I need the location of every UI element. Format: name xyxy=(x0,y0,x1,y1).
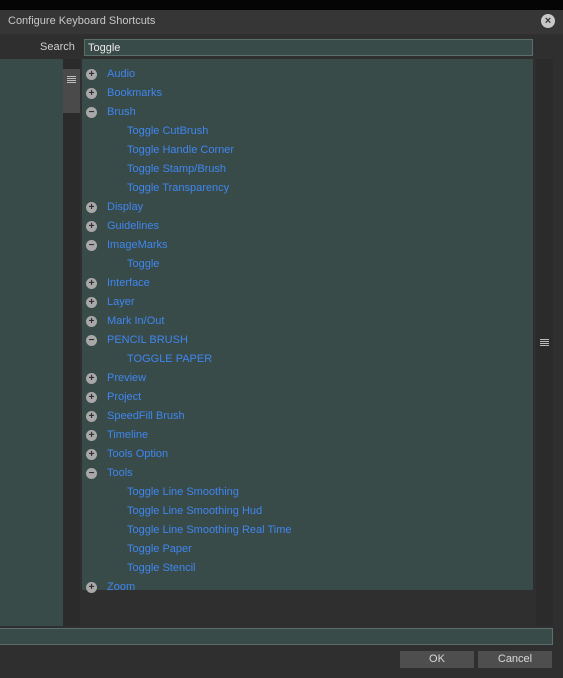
tree-category[interactable]: − Tools xyxy=(82,465,533,484)
tree-category[interactable]: + Mark In/Out xyxy=(82,313,533,332)
title-bar[interactable]: Configure Keyboard Shortcuts × xyxy=(0,10,563,34)
tree-category[interactable]: + Audio xyxy=(82,66,533,85)
minus-circle-icon[interactable]: − xyxy=(86,468,97,479)
ok-button[interactable]: OK xyxy=(400,651,474,668)
tree-category-label: Bookmarks xyxy=(107,87,163,99)
tree-category[interactable]: − Brush xyxy=(82,104,533,123)
tree-category-label: Project xyxy=(107,391,142,403)
minus-circle-icon[interactable]: − xyxy=(86,107,97,118)
shortcut-tree: + Audio + Bookmarks − Brush Toggle CutBrush Tog… xyxy=(82,59,533,593)
plus-circle-icon[interactable]: + xyxy=(86,69,97,80)
tree-category-label: Brush xyxy=(107,106,136,118)
left-scrollbar[interactable] xyxy=(63,59,80,626)
tree-item-label: Toggle Stamp/Brush xyxy=(127,163,227,175)
tree-category-label: Zoom xyxy=(107,581,136,593)
search-label: Search xyxy=(40,41,75,53)
category-list-panel[interactable] xyxy=(0,59,63,626)
tree-category-label: SpeedFill Brush xyxy=(107,410,185,422)
tree-category[interactable]: + Guidelines xyxy=(82,218,533,237)
tree-category-label: Display xyxy=(107,201,144,213)
tree-category-label: Tools Option xyxy=(107,448,169,460)
tree-item-label: Toggle Paper xyxy=(127,543,192,555)
tree-category[interactable]: − ImageMarks xyxy=(82,237,533,256)
close-icon[interactable]: × xyxy=(541,14,555,28)
plus-circle-icon[interactable]: + xyxy=(86,297,97,308)
plus-circle-icon[interactable]: + xyxy=(86,449,97,460)
minus-circle-icon[interactable]: − xyxy=(86,335,97,346)
tree-item-label: Toggle Line Smoothing xyxy=(127,486,239,498)
tree-item[interactable]: Toggle Line Smoothing Hud xyxy=(82,503,533,522)
left-scrollbar-thumb[interactable] xyxy=(63,69,80,113)
tree-category[interactable]: + Interface xyxy=(82,275,533,294)
tree-item-label: Toggle Line Smoothing Real Time xyxy=(127,524,292,536)
tree-item[interactable]: TOGGLE PAPER xyxy=(82,351,533,370)
plus-circle-icon[interactable]: + xyxy=(86,221,97,232)
tree-item[interactable]: Toggle CutBrush xyxy=(82,123,533,142)
tree-item-label: Toggle Transparency xyxy=(127,182,230,194)
tree-category-label: Preview xyxy=(107,372,147,384)
tree-category[interactable]: + Tools Option xyxy=(82,446,533,465)
tree-category-label: Layer xyxy=(107,296,135,308)
tree-item[interactable]: Toggle Line Smoothing Real Time xyxy=(82,522,533,541)
tree-category[interactable]: + Zoom xyxy=(82,579,533,598)
tree-category-label: Guidelines xyxy=(107,220,159,232)
tree-category-label: PENCIL BRUSH xyxy=(107,334,188,346)
tree-category[interactable]: + SpeedFill Brush xyxy=(82,408,533,427)
tree-category[interactable]: + Timeline xyxy=(82,427,533,446)
minus-circle-icon[interactable]: − xyxy=(86,240,97,251)
tree-category-label: Interface xyxy=(107,277,150,289)
tree-category[interactable]: + Display xyxy=(82,199,533,218)
tree-category[interactable]: + Project xyxy=(82,389,533,408)
right-scrollbar[interactable] xyxy=(536,59,553,626)
tree-item[interactable]: Toggle Stencil xyxy=(82,560,533,579)
tree-item-label: Toggle Handle Corner xyxy=(127,144,235,156)
tree-category-label: Audio xyxy=(107,68,136,80)
tree-category[interactable]: − PENCIL BRUSH xyxy=(82,332,533,351)
tree-item-label: Toggle CutBrush xyxy=(127,125,209,137)
tree-item[interactable]: Toggle Line Smoothing xyxy=(82,484,533,503)
plus-circle-icon[interactable]: + xyxy=(86,430,97,441)
tree-item[interactable]: Toggle Paper xyxy=(82,541,533,560)
tree-category-label: Tools xyxy=(107,467,133,479)
tree-category[interactable]: + Bookmarks xyxy=(82,85,533,104)
plus-circle-icon[interactable]: + xyxy=(86,411,97,422)
tree-item[interactable]: Toggle Handle Corner xyxy=(82,142,533,161)
tree-item-label: Toggle xyxy=(127,258,160,270)
tree-category-label: Mark In/Out xyxy=(107,315,165,327)
plus-circle-icon[interactable]: + xyxy=(86,316,97,327)
tree-category[interactable]: + Preview xyxy=(82,370,533,389)
plus-circle-icon[interactable]: + xyxy=(86,202,97,213)
plus-circle-icon[interactable]: + xyxy=(86,278,97,289)
shortcut-key-field[interactable] xyxy=(0,628,553,645)
tree-item-label: Toggle Stencil xyxy=(127,562,196,574)
plus-circle-icon[interactable]: + xyxy=(86,582,97,593)
tree-item[interactable]: Toggle Stamp/Brush xyxy=(82,161,533,180)
search-input[interactable] xyxy=(84,39,533,56)
plus-circle-icon[interactable]: + xyxy=(86,88,97,99)
shortcuts-dialog: Configure Keyboard Shortcuts × Search + A… xyxy=(0,10,563,678)
tree-item[interactable]: Toggle Transparency xyxy=(82,180,533,199)
cancel-button[interactable]: Cancel xyxy=(478,651,552,668)
plus-circle-icon[interactable]: + xyxy=(86,373,97,384)
top-strip xyxy=(0,0,563,10)
tree-category-label: ImageMarks xyxy=(107,239,168,251)
tree-category[interactable]: + Layer xyxy=(82,294,533,313)
tree-item-label: Toggle Line Smoothing Hud xyxy=(127,505,263,517)
tree-category-label: Timeline xyxy=(107,429,149,441)
tree-item-label: TOGGLE PAPER xyxy=(127,353,213,365)
plus-circle-icon[interactable]: + xyxy=(86,392,97,403)
tree-item[interactable]: Toggle xyxy=(82,256,533,275)
dialog-title: Configure Keyboard Shortcuts xyxy=(8,15,156,27)
